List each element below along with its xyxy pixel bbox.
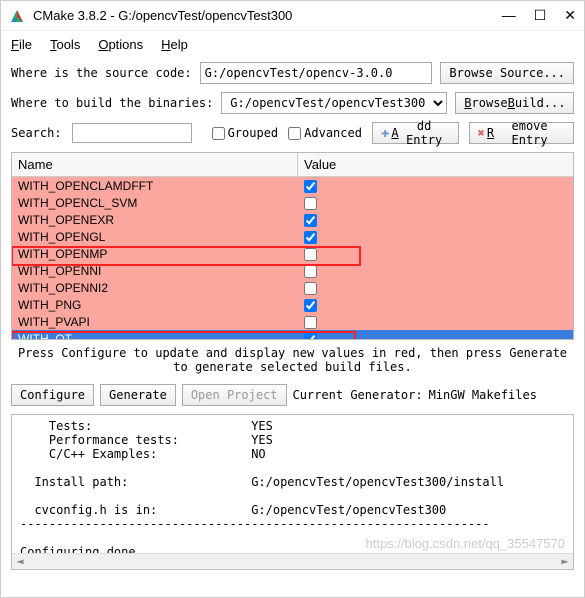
search-label: Search:: [11, 126, 62, 140]
source-label: Where is the source code:: [11, 66, 192, 80]
add-entry-button[interactable]: ✚Add Entry: [372, 122, 459, 144]
build-select[interactable]: G:/opencvTest/opencvTest300: [221, 92, 447, 114]
minimize-button[interactable]: —: [502, 7, 516, 24]
plus-icon: ✚: [381, 125, 389, 141]
option-row[interactable]: WITH_OPENGL: [12, 228, 573, 245]
option-value[interactable]: [298, 246, 573, 260]
option-row[interactable]: WITH_OPENMP: [12, 245, 573, 262]
watermark: https://blog.csdn.net/qq_35547570: [366, 536, 566, 551]
menu-tools[interactable]: Tools: [50, 37, 80, 52]
option-name: WITH_OPENCLAMDFFT: [12, 179, 298, 193]
option-checkbox[interactable]: [304, 214, 317, 227]
output-panel[interactable]: Tests: YES Performance tests: YES C/C++ …: [11, 414, 574, 570]
x-icon: ✖: [478, 126, 485, 140]
option-name: WITH_OPENNI2: [12, 281, 298, 295]
option-name: WITH_OPENMP: [12, 247, 298, 261]
option-row[interactable]: WITH_OPENCL_SVM: [12, 194, 573, 211]
option-checkbox[interactable]: [304, 248, 317, 261]
option-name: WITH_OPENCL_SVM: [12, 196, 298, 210]
menu-help[interactable]: Help: [161, 37, 188, 52]
option-value[interactable]: [298, 280, 573, 294]
generate-button[interactable]: Generate: [100, 384, 176, 406]
option-row[interactable]: WITH_OPENCLAMDFFT: [12, 177, 573, 194]
option-value[interactable]: [298, 297, 573, 311]
column-name[interactable]: Name: [12, 153, 298, 176]
options-grid[interactable]: Name Value WITH_OPENCLAMDFFT WITH_OPENCL_…: [11, 152, 574, 340]
menu-file[interactable]: File: [11, 37, 32, 52]
menu-options[interactable]: Options: [98, 37, 143, 52]
browse-build-button[interactable]: Browse Build...: [455, 92, 574, 114]
option-name: WITH_OPENGL: [12, 230, 298, 244]
cmake-logo: [9, 8, 25, 24]
option-name: WITH_QT: [12, 332, 298, 341]
option-value[interactable]: [298, 195, 573, 209]
option-row[interactable]: WITH_OPENEXR: [12, 211, 573, 228]
search-input[interactable]: [72, 123, 192, 143]
option-name: WITH_OPENNI: [12, 264, 298, 278]
option-checkbox[interactable]: [304, 333, 317, 340]
current-generator-label: Current Generator:: [293, 388, 423, 402]
option-row[interactable]: WITH_QT: [12, 330, 573, 340]
option-row[interactable]: WITH_PVAPI: [12, 313, 573, 330]
grouped-checkbox[interactable]: Grouped: [212, 126, 279, 140]
current-generator-value: MinGW Makefiles: [429, 388, 537, 402]
scroll-right-icon[interactable]: ►: [557, 554, 573, 569]
option-value[interactable]: [298, 212, 573, 226]
browse-source-button[interactable]: Browse Source...: [440, 62, 574, 84]
option-name: WITH_PVAPI: [12, 315, 298, 329]
scroll-left-icon[interactable]: ◄: [12, 554, 28, 569]
option-checkbox[interactable]: [304, 197, 317, 210]
remove-entry-button[interactable]: ✖Remove Entry: [469, 122, 574, 144]
option-row[interactable]: WITH_OPENNI2: [12, 279, 573, 296]
hint-text: Press Configure to update and display ne…: [1, 344, 584, 380]
option-row[interactable]: WITH_PNG: [12, 296, 573, 313]
build-label: Where to build the binaries:: [11, 96, 213, 110]
option-checkbox[interactable]: [304, 265, 317, 278]
advanced-checkbox[interactable]: Advanced: [288, 126, 362, 140]
option-value[interactable]: [298, 263, 573, 277]
option-value[interactable]: [298, 229, 573, 243]
option-value[interactable]: [298, 178, 573, 192]
configure-button[interactable]: Configure: [11, 384, 94, 406]
open-project-button[interactable]: Open Project: [182, 384, 287, 406]
option-row[interactable]: WITH_OPENNI: [12, 262, 573, 279]
option-checkbox[interactable]: [304, 299, 317, 312]
option-checkbox[interactable]: [304, 282, 317, 295]
maximize-button[interactable]: ☐: [534, 7, 547, 24]
window-title: CMake 3.8.2 - G:/opencvTest/opencvTest30…: [33, 8, 502, 23]
option-name: WITH_PNG: [12, 298, 298, 312]
option-value[interactable]: [298, 331, 573, 340]
option-checkbox[interactable]: [304, 180, 317, 193]
column-value[interactable]: Value: [298, 153, 573, 176]
option-checkbox[interactable]: [304, 231, 317, 244]
output-scrollbar[interactable]: ◄►: [12, 553, 573, 569]
close-button[interactable]: ✕: [564, 7, 576, 24]
option-value[interactable]: [298, 314, 573, 328]
option-checkbox[interactable]: [304, 316, 317, 329]
option-name: WITH_OPENEXR: [12, 213, 298, 227]
source-input[interactable]: [200, 62, 433, 84]
